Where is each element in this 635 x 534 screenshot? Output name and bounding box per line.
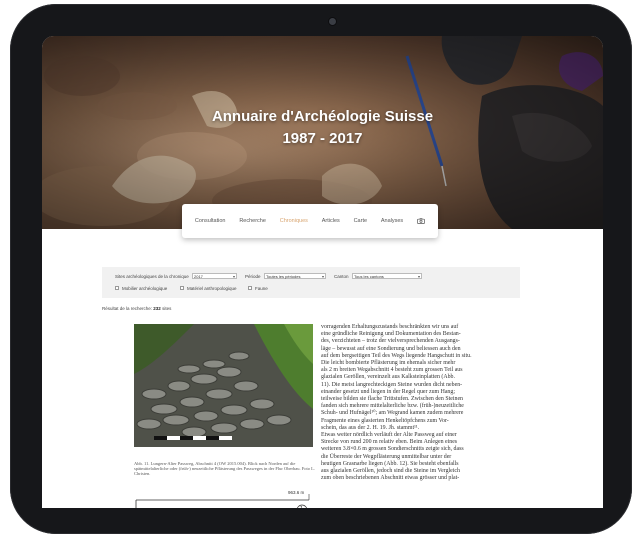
cobblestone-photo <box>134 324 313 447</box>
period-filter-label: Période <box>245 274 261 279</box>
result-count: 232 <box>153 306 161 311</box>
plan-drawing: 963.6 m 1 <box>134 490 315 508</box>
checkbox-faune-label: Faune <box>255 286 268 291</box>
nav-item-chroniques[interactable]: Chroniques <box>280 218 308 224</box>
nav-item-recherche[interactable]: Recherche <box>239 218 266 224</box>
result-label: Résultat de la recherche: <box>102 306 153 311</box>
tablet-camera <box>329 18 336 25</box>
text-line: eine gründliche Reinigung und Dokumentat… <box>321 331 461 338</box>
checkbox-mobilier[interactable] <box>115 286 119 290</box>
text-line: zum oben beschriebenen Abschnitt etwas g… <box>321 475 460 482</box>
text-line: glazialen Geröllen, vereinzelt aus Kalks… <box>321 374 455 381</box>
plan-elevation-label: 963.6 m <box>288 490 305 495</box>
text-line: heutigen Grasnarbe liegen (Abb. 12). Sie… <box>321 460 459 467</box>
main-nav: Consultation Recherche Chroniques Articl… <box>182 204 438 238</box>
checkbox-anthropologique[interactable] <box>180 286 184 290</box>
result-summary: Résultat de la recherche: 232 sites <box>102 306 171 311</box>
text-line: aus glazialen Geröllen, jedoch sind die … <box>321 468 460 475</box>
text-line: vorragenden Erhaltungszustands beschränk… <box>321 324 459 330</box>
text-line: auf dem bergseitigen Teil des Wegs liege… <box>321 352 472 359</box>
article-text-column: vorragenden Erhaltungszustands beschränk… <box>321 324 511 482</box>
article-figure <box>134 324 313 447</box>
browser-screen: Annuaire d'Archéologie Suisse 1987 - 201… <box>42 36 603 508</box>
checkbox-faune[interactable] <box>248 286 252 290</box>
text-line: Etwas weiter nördlich verläuft der Alte … <box>321 432 457 439</box>
nav-item-analyses[interactable]: Analyses <box>381 218 403 224</box>
canton-select[interactable]: Tous les cantons <box>352 273 422 280</box>
hero-subtitle: 1987 - 2017 <box>282 130 363 147</box>
result-unit: sites <box>162 306 172 311</box>
nav-item-articles[interactable]: Articles <box>322 218 340 224</box>
text-line: Fragmente eines glasierten Henkeltöpfche… <box>321 417 449 424</box>
hero-banner: Annuaire d'Archéologie Suisse 1987 - 201… <box>42 36 603 229</box>
figure-caption: Abb. 11. Lungern-Alter Passweg, Abschnit… <box>134 461 315 477</box>
year-select[interactable]: 2017 <box>192 273 237 280</box>
checkbox-anthropologique-label: Matériel anthropologique <box>187 286 237 291</box>
canton-filter-label: Canton <box>334 274 349 279</box>
checkbox-mobilier-label: Mobilier archéologique <box>122 286 168 291</box>
text-line: die Überreste der Wegpflästerung unmitte… <box>321 453 452 460</box>
nav-item-carte[interactable]: Carte <box>354 218 367 224</box>
text-line: Schuh- und Hufnägel¹⁰; am Wegrand kamen … <box>321 410 464 417</box>
text-line: Strecke von rund 200 m relativ eben. Bei… <box>321 439 458 446</box>
text-line: weiteren 3.8×0.6 m grossen Sondierschnit… <box>321 446 464 453</box>
search-filter-panel: Sites archéologiques de la chronique 201… <box>102 267 520 298</box>
year-filter-label: Sites archéologiques de la chronique <box>115 274 189 279</box>
camera-icon[interactable] <box>417 218 425 224</box>
hero-title: Annuaire d'Archéologie Suisse <box>211 108 434 125</box>
nav-item-consultation[interactable]: Consultation <box>195 218 226 224</box>
text-line: schein, das aus der 2. H. 19. Jh. stammt… <box>321 424 420 431</box>
text-line: Die leicht bombierte Pflästerung im ehem… <box>321 360 456 367</box>
period-select[interactable]: Toutes les périodes <box>264 273 326 280</box>
text-line: des, verzichteten – trotz der vielverspr… <box>321 338 460 345</box>
text-line: 11). Die meist langrechteckigen Steine w… <box>321 381 463 388</box>
text-line: einander gesetzt und liegen in der Regel… <box>321 388 455 395</box>
text-line: läge – bewusst auf eine Sondierung und b… <box>321 345 461 352</box>
